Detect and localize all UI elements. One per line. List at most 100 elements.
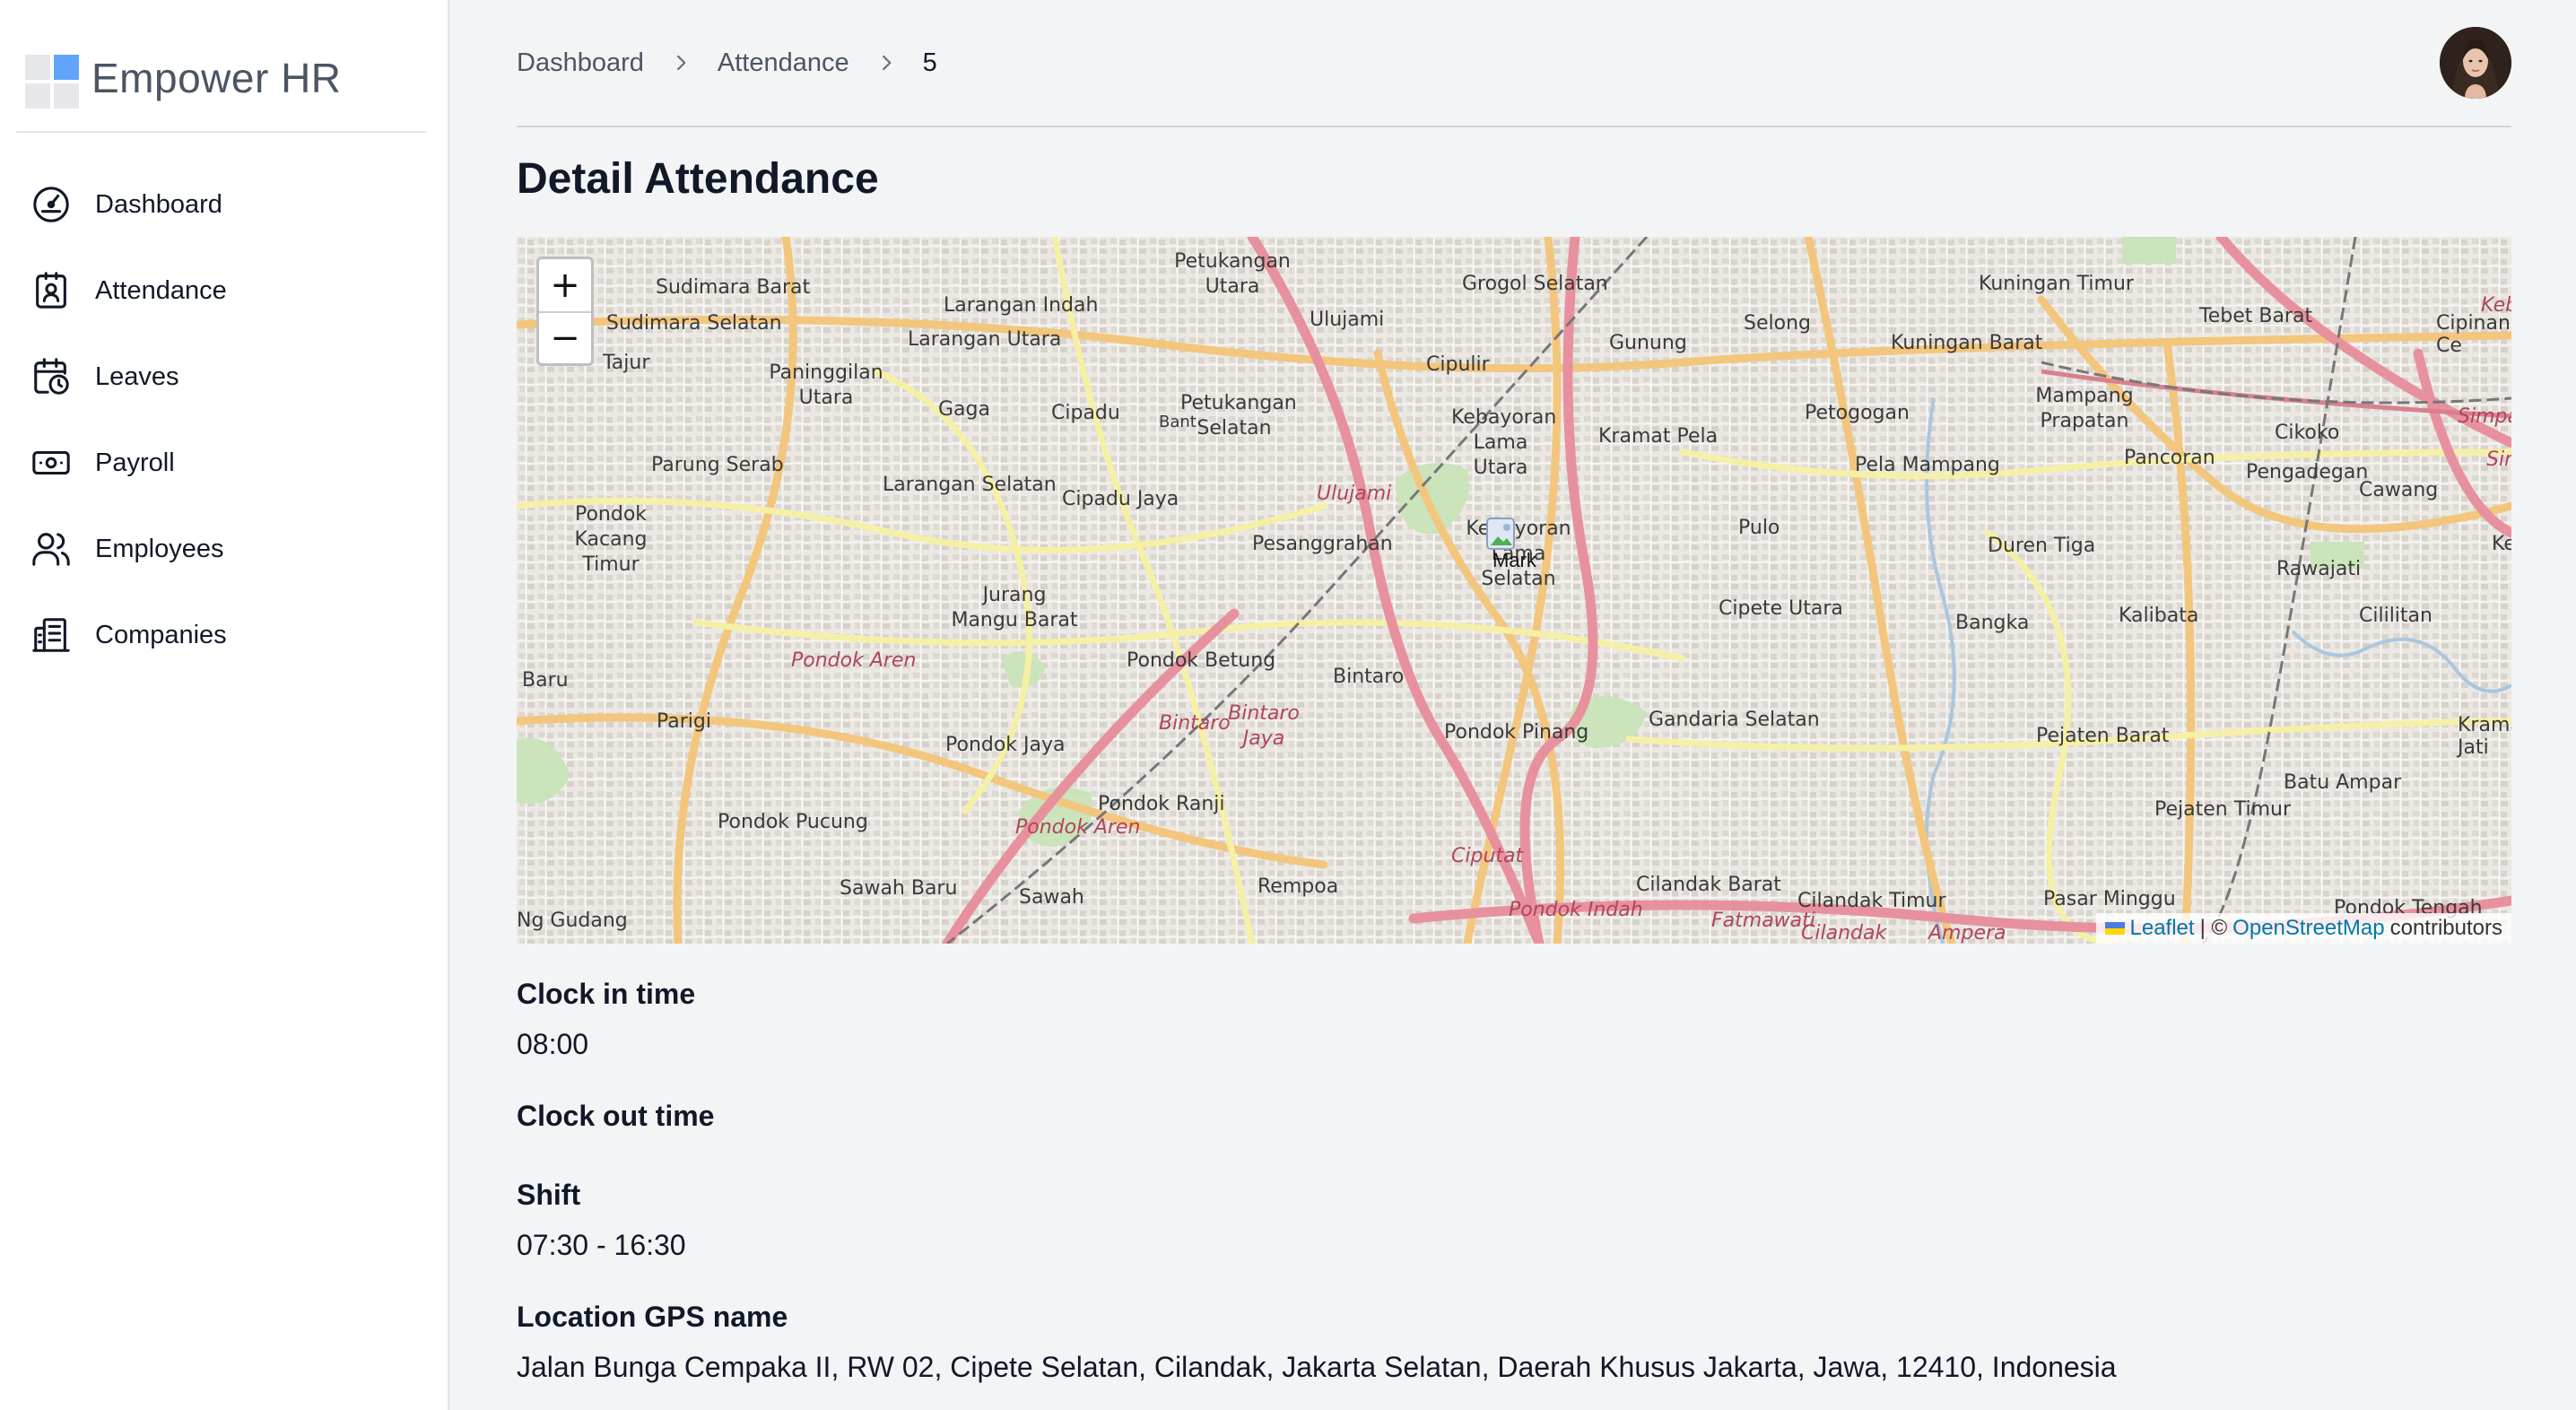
map-place-label: Baru — [522, 669, 569, 692]
breadcrumb-attendance[interactable]: Attendance — [718, 48, 849, 78]
map-place-label: Pancoran — [2124, 447, 2215, 469]
map-place-label: Cipinang Ce — [2436, 312, 2511, 357]
sidebar-item-label: Companies — [95, 620, 227, 649]
sidebar-nav: Dashboard Attendance Leaves Payroll Empl… — [0, 161, 448, 678]
map-place-label: Kramat Jati — [2458, 714, 2511, 759]
chevron-right-icon — [882, 55, 891, 71]
clock-out-label: Clock out time — [517, 1100, 715, 1132]
map-place-label: Petukangan Utara — [1174, 250, 1291, 298]
map-place-label: Fatmawati — [1711, 910, 1815, 932]
shift-label: Shift — [517, 1179, 581, 1211]
map-place-label: Rawajati — [2276, 558, 2362, 580]
map-place-label: Gaga — [938, 398, 990, 421]
map-place-label: Bintaro — [1333, 666, 1405, 688]
map-place-label: Pondok Kacang Timur — [574, 503, 648, 576]
map-place-label: Larangan Utara — [908, 328, 1062, 351]
map-marker-icon[interactable] — [1485, 517, 1518, 553]
breadcrumb-current: 5 — [922, 48, 937, 77]
openstreetmap-link[interactable]: OpenStreetMap — [2232, 916, 2384, 941]
map-place-label: Pondok Betung — [1127, 649, 1276, 672]
main-content: Dashboard Attendance 5 Detail Attendance — [517, 0, 2511, 1410]
shift-value: 07:30 - 16:30 — [517, 1229, 686, 1261]
map-place-label: Rempoa — [1258, 875, 1339, 898]
map-place-label: Cikoko — [2275, 422, 2340, 444]
map-place-label: Sudimara Barat — [656, 276, 811, 299]
map-place-label: Parung Serab — [651, 454, 784, 476]
header-divider — [517, 126, 2511, 127]
sidebar-item-companies[interactable]: Companies — [0, 592, 448, 678]
map-place-label: Bintaro Jaya — [1228, 702, 1300, 750]
map-place-label: Jurang Mangu Barat — [951, 584, 1078, 631]
zoom-in-button[interactable]: + — [539, 259, 591, 311]
brand[interactable]: Empower HR — [16, 32, 426, 133]
map-place-label: Pondok Jaya — [945, 734, 1066, 756]
map-place-label: Petogogan — [1805, 402, 1910, 424]
map-place-label: Pejaten Timur — [2154, 798, 2292, 821]
leaflet-link[interactable]: Leaflet — [2130, 916, 2195, 941]
map-place-label: Pesanggrahan — [1252, 533, 1393, 555]
map-place-label: Cawang — [2359, 479, 2439, 501]
user-avatar-image — [2440, 27, 2511, 99]
calendar-clock-icon — [34, 358, 69, 395]
map-place-label: Ulujami — [1310, 309, 1385, 331]
map-place-label: Pejaten Barat — [2036, 725, 2170, 747]
map-place-label: Sawah Baru — [840, 877, 958, 900]
map-place-label: Simpang — [2458, 405, 2511, 428]
map[interactable]: Sudimara Barat Sudimara Selatan Tajur Pe… — [517, 237, 2511, 944]
map-place-label: Kramat Pela — [1598, 425, 1719, 448]
zoom-out-button[interactable]: − — [539, 311, 591, 363]
map-place-label: Pondok Pucung — [718, 811, 868, 833]
map-place-label: Tebet Barat — [2199, 305, 2313, 327]
sidebar-item-employees[interactable]: Employees — [0, 506, 448, 592]
sidebar: Empower HR Dashboard Attendance Leaves P… — [0, 0, 450, 1410]
map-place-label: Larangan Selatan — [883, 474, 1057, 496]
map-place-label: Pela Mampang — [1855, 454, 2000, 476]
map-place-label: Kuningan Timur — [1979, 273, 2134, 295]
map-place-label: Gandaria Selatan — [1649, 709, 1820, 731]
location-label: Location GPS name — [517, 1301, 788, 1333]
sidebar-item-dashboard[interactable]: Dashboard — [0, 161, 448, 248]
clock-in-label: Clock in time — [517, 978, 696, 1010]
sidebar-item-payroll[interactable]: Payroll — [0, 420, 448, 506]
sidebar-item-label: Attendance — [95, 275, 227, 305]
clock-in-value: 08:00 — [517, 1028, 589, 1060]
map-place-label: Larangan Indah — [944, 294, 1099, 317]
brand-name: Empower HR — [91, 55, 342, 101]
sidebar-item-attendance[interactable]: Attendance — [0, 248, 448, 334]
map-place-label: Ciputat — [1451, 845, 1524, 867]
brand-logo-icon — [25, 55, 79, 109]
location-value: Jalan Bunga Cempaka II, RW 02, Cipete Se… — [517, 1351, 2117, 1383]
map-place-label: Cilandak — [1801, 922, 1887, 944]
map-place-label: Kebayoran Lama Utara — [1451, 406, 1557, 479]
map-place-label: Cilandak Barat — [1636, 874, 1781, 896]
sidebar-item-leaves[interactable]: Leaves — [0, 334, 448, 420]
breadcrumb-dashboard[interactable]: Dashboard — [517, 48, 644, 78]
map-place-label: Bintaro — [1159, 712, 1231, 735]
badge-icon — [36, 272, 66, 309]
map-place-label: Duren Tiga — [1988, 535, 2096, 557]
chevron-right-icon — [676, 55, 686, 71]
map-place-label: Pondok Pinang — [1444, 721, 1589, 744]
map-place-label: Ampera — [1928, 922, 2006, 944]
map-place-label: Ng Gudang — [517, 910, 628, 932]
map-place-label: Pondok Aren — [791, 649, 917, 672]
map-place-label: Cipadu — [1051, 402, 1120, 424]
building-icon — [32, 618, 70, 652]
map-place-label: Bangka — [1955, 612, 2030, 634]
map-place-label: Cipadu Jaya — [1062, 488, 1179, 510]
map-place-label: Tajur — [603, 352, 650, 374]
map-place-label: Ke — [2492, 533, 2511, 555]
map-place-label: Grogol Selatan — [1462, 273, 1608, 295]
map-place-label: Cipulir — [1426, 353, 1490, 376]
map-place-label: Parigi — [657, 710, 711, 733]
users-icon — [32, 533, 70, 566]
map-place-label: Cililitan — [2359, 605, 2432, 627]
avatar[interactable] — [2440, 27, 2511, 99]
map-place-label: Cipete Utara — [1719, 597, 1843, 620]
map-place-label: Kuningan Barat — [1891, 332, 2043, 354]
page-title: Detail Attendance — [517, 155, 879, 203]
gauge-icon — [33, 187, 69, 222]
map-zoom-control: + − — [536, 257, 594, 366]
attribution-contributors: contributors — [2389, 916, 2502, 940]
map-attribution: Leaflet | © OpenStreetMap contributors — [2095, 913, 2511, 944]
